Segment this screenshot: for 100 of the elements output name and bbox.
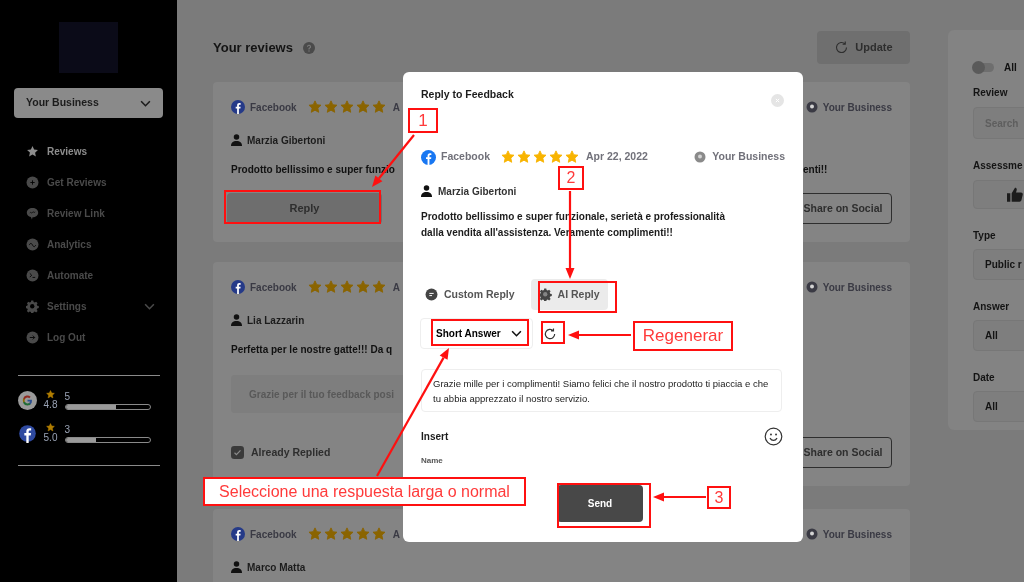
thumbs-up-icon [1007, 187, 1023, 202]
section-label: Insert [421, 429, 449, 444]
gear-icon [538, 288, 552, 301]
select-field[interactable]: All [973, 320, 1024, 351]
star-icon [323, 100, 338, 114]
person-icon [421, 185, 432, 197]
review-date: A [392, 527, 400, 542]
star-icon [307, 527, 322, 541]
facebook-icon [17, 423, 37, 443]
google-icon [17, 390, 37, 410]
platform-name: Facebook [441, 149, 490, 165]
nav-item[interactable]: Log Out [14, 322, 163, 353]
field-label: Review [973, 86, 1009, 100]
location-icon [805, 281, 818, 293]
star-icon [371, 280, 386, 294]
dialog-title: Reply to Feedback [421, 87, 514, 103]
field-label: Date [973, 371, 996, 385]
review-date: A [392, 100, 400, 115]
business-name: Your Business [822, 280, 892, 295]
location-icon [694, 151, 707, 163]
star-icon [371, 527, 386, 541]
plus-icon [26, 176, 39, 189]
review-text: enti!! [803, 162, 828, 177]
rating-value: 4.8 [43, 399, 58, 410]
review-text: Perfetta per le nostre gatte!!! Da q [231, 342, 394, 357]
highlight-frame [541, 321, 565, 344]
facebook-icon [231, 527, 245, 541]
star-icon [355, 100, 370, 114]
business-name: Your Business [712, 149, 785, 165]
refresh-icon[interactable] [543, 326, 557, 341]
reply-textarea[interactable]: Grazie mille per i complimenti! Siamo felici che il nostro prodotto ti piaccia e che tu abbia apprezzato il nostro servizio. [421, 369, 782, 412]
nav-item[interactable]: Automate [14, 260, 163, 291]
arrow [653, 492, 706, 502]
facebook-icon [421, 149, 436, 165]
reviewer-name: Marco Matta [247, 560, 306, 575]
refresh-icon [834, 40, 850, 55]
nav-item[interactable]: Analytics [14, 229, 163, 260]
select-field[interactable]: All [973, 391, 1024, 422]
star-icon [323, 280, 338, 294]
tab[interactable]: AI Reply [530, 279, 608, 310]
callout-label: Regenerar [633, 321, 733, 351]
star-icon [533, 150, 547, 164]
reply-button[interactable]: Reply [227, 193, 382, 224]
check-icon [231, 446, 244, 459]
toggle-switch[interactable] [973, 62, 994, 72]
nav-item[interactable]: Settings [14, 291, 163, 322]
callout-label: Seleccione una respuesta larga o normal [203, 477, 526, 506]
page-title: Your reviews [213, 38, 293, 57]
star-icon [307, 280, 322, 294]
toggle-label: All [1004, 60, 1017, 75]
location-icon [805, 528, 818, 540]
star-icon [549, 150, 563, 164]
logo [59, 22, 118, 73]
star-icon [339, 527, 354, 541]
emoji-icon[interactable] [764, 426, 783, 446]
star-icon [565, 150, 579, 164]
star-icon [371, 100, 386, 114]
field-label: Name [421, 455, 444, 467]
star-icon [26, 145, 39, 158]
platform-name: Facebook [250, 280, 297, 295]
star-icon [46, 423, 55, 432]
platform-name: Facebook [250, 100, 297, 115]
platform-name: Facebook [250, 527, 297, 542]
facebook-icon [231, 100, 245, 114]
star-icon [355, 527, 370, 541]
rating-value: 5.0 [43, 432, 58, 443]
business-select[interactable]: Your Business [14, 88, 163, 118]
select-field[interactable]: Public r [973, 249, 1024, 280]
nav-item[interactable]: Review Link [14, 198, 163, 229]
reviewer-name: Marzia Gibertoni [247, 133, 326, 148]
settings-icon [26, 300, 39, 313]
person-icon [231, 314, 242, 326]
field-label: Type [973, 229, 997, 243]
star-icon [307, 100, 322, 114]
star-icon [339, 280, 354, 294]
nav-item[interactable]: Reviews [14, 136, 163, 167]
business-name: Your Business [822, 527, 892, 542]
wave-icon [26, 238, 39, 251]
star-icon [46, 390, 55, 399]
arrow [568, 330, 631, 340]
callout-label: 3 [707, 486, 731, 509]
callout-label: 1 [408, 108, 438, 133]
length-select[interactable]: Short Answer [420, 318, 533, 349]
callout-label: 2 [558, 166, 584, 190]
person-icon [231, 134, 242, 146]
field-label: Assessme [973, 159, 1024, 173]
star-icon [501, 150, 515, 164]
reviewer-name: Marzia Gibertoni [438, 184, 517, 199]
send-button[interactable]: Send [557, 485, 643, 522]
star-icon [339, 100, 354, 114]
nav-item[interactable]: Get Reviews [14, 167, 163, 198]
person-icon [231, 561, 242, 573]
location-icon [805, 101, 818, 113]
business-name: Your Business [822, 100, 892, 115]
star-icon [355, 280, 370, 294]
terminal-icon [26, 269, 39, 282]
tab[interactable]: Custom Reply [417, 279, 523, 310]
update-button[interactable]: Update [817, 31, 910, 64]
reply-status: Already Replied [251, 444, 331, 460]
star-icon [323, 527, 338, 541]
